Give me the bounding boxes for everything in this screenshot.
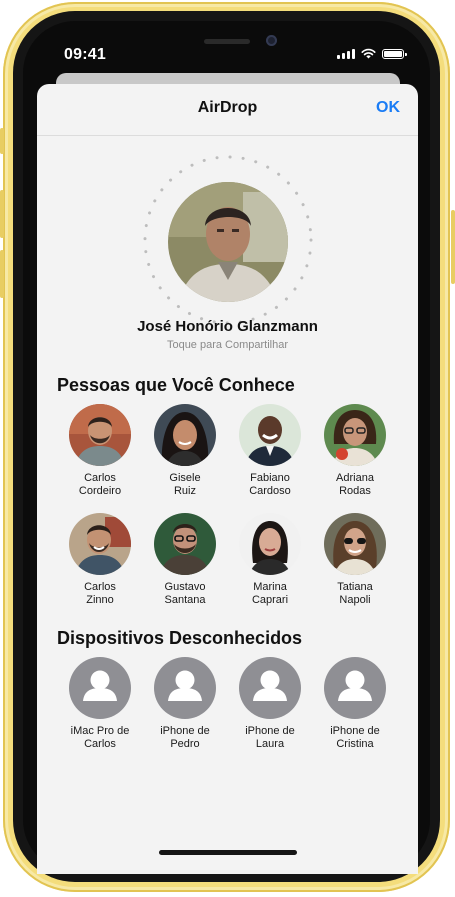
- cellular-signal-icon: [337, 48, 355, 59]
- person-first-name: Marina: [253, 581, 287, 593]
- volume-down-button: [0, 250, 4, 298]
- battery-icon: [382, 49, 407, 59]
- person-photo-icon: [239, 513, 301, 575]
- nav-separator: [37, 135, 418, 136]
- avatar: [324, 513, 386, 575]
- ok-button[interactable]: OK: [376, 99, 400, 117]
- front-camera: [266, 35, 277, 46]
- avatar: [239, 513, 301, 575]
- avatar: [239, 657, 301, 719]
- person-last-name: Rodas: [339, 484, 371, 497]
- device-name-line1: iPhone de: [330, 725, 380, 737]
- power-button: [451, 210, 455, 284]
- person-first-name: Gisele: [169, 472, 201, 484]
- person-first-name: Fabiano: [250, 472, 290, 484]
- status-time: 09:41: [64, 46, 106, 63]
- person-carlos-zinno[interactable]: Carlos Zinno: [57, 513, 143, 606]
- person-photo-icon: [168, 182, 288, 302]
- devices-section-title: Dispositivos Desconhecidos: [57, 628, 303, 648]
- generic-person-icon: [338, 670, 372, 701]
- person-last-name: Ruiz: [173, 484, 196, 497]
- volume-up-button: [0, 190, 4, 238]
- person-carlos-cordeiro[interactable]: Carlos Cordeiro: [57, 404, 143, 497]
- person-photo-icon: [69, 404, 131, 466]
- person-marina-caprari[interactable]: Marina Caprari: [227, 513, 313, 606]
- device-name-line2: Carlos: [84, 737, 116, 750]
- device-name-line2: Laura: [255, 737, 285, 750]
- person-first-name: Gustavo: [164, 581, 206, 593]
- person-last-name: Cardoso: [249, 484, 291, 497]
- person-photo-icon: [239, 404, 301, 466]
- avatar: [324, 657, 386, 719]
- person-last-name: Napoli: [339, 593, 371, 606]
- device-name-line2: Cristina: [336, 737, 374, 750]
- generic-person-icon: [168, 670, 202, 701]
- earpiece-speaker: [204, 39, 250, 44]
- iphone-device: 09:41 AirDrop OK José Honório Glanzmann …: [0, 0, 455, 897]
- generic-person-icon: [83, 670, 117, 701]
- person-last-name: Caprari: [251, 593, 289, 606]
- airdrop-sheet: AirDrop OK José Honório Glanzmann Toque …: [37, 84, 418, 874]
- person-photo-icon: [324, 404, 386, 466]
- status-icons: [337, 48, 407, 59]
- my-avatar[interactable]: [168, 182, 288, 302]
- person-last-name: Santana: [164, 593, 206, 606]
- person-first-name: Carlos: [84, 472, 116, 484]
- device-iphone-cristina[interactable]: iPhone de Cristina: [312, 657, 398, 750]
- avatar: [69, 513, 131, 575]
- my-name: José Honório Glanzmann: [137, 318, 318, 335]
- avatar: [154, 657, 216, 719]
- device-iphone-laura[interactable]: iPhone de Laura: [227, 657, 313, 750]
- avatar: [239, 404, 301, 466]
- people-section-title: Pessoas que Você Conhece: [57, 375, 295, 395]
- avatar: [154, 513, 216, 575]
- device-imac-pro-carlos[interactable]: iMac Pro de Carlos: [57, 657, 143, 750]
- person-gustavo-santana[interactable]: Gustavo Santana: [142, 513, 228, 606]
- wifi-icon: [361, 48, 376, 59]
- person-adriana-rodas[interactable]: Adriana Rodas: [312, 404, 398, 497]
- person-gisele-ruiz[interactable]: Gisele Ruiz: [142, 404, 228, 497]
- avatar: [69, 657, 131, 719]
- device-name-line1: iPhone de: [245, 725, 295, 737]
- person-first-name: Carlos: [84, 581, 116, 593]
- avatar: [324, 404, 386, 466]
- device-name-line1: iMac Pro de: [70, 725, 130, 737]
- tap-to-share-hint: Toque para Compartilhar: [166, 339, 289, 351]
- device-name-line1: iPhone de: [160, 725, 210, 737]
- person-photo-icon: [324, 513, 386, 575]
- person-last-name: Zinno: [86, 593, 114, 606]
- person-photo-icon: [154, 404, 216, 466]
- home-indicator[interactable]: [159, 850, 297, 855]
- action-button: [0, 128, 4, 154]
- device-name-line2: Pedro: [170, 737, 200, 750]
- person-first-name: Tatiana: [337, 581, 373, 593]
- person-last-name: Cordeiro: [78, 484, 122, 497]
- person-first-name: Adriana: [336, 472, 374, 484]
- device-iphone-pedro[interactable]: iPhone de Pedro: [142, 657, 228, 750]
- sheet-title: AirDrop: [197, 99, 258, 116]
- avatar: [154, 404, 216, 466]
- person-photo-icon: [69, 513, 131, 575]
- person-photo-icon: [154, 513, 216, 575]
- person-tatiana-napoli[interactable]: Tatiana Napoli: [312, 513, 398, 606]
- person-fabiano-cardoso[interactable]: Fabiano Cardoso: [227, 404, 313, 497]
- generic-person-icon: [253, 670, 287, 701]
- avatar: [69, 404, 131, 466]
